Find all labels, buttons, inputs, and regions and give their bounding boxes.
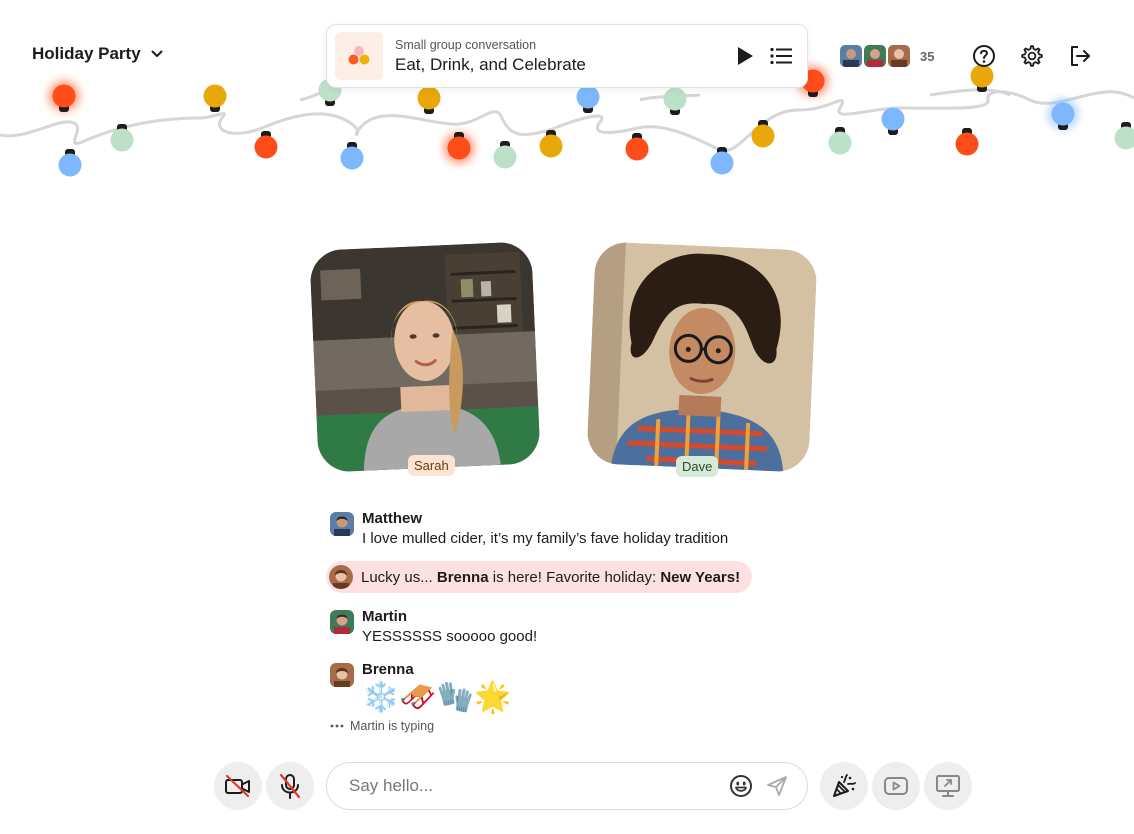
message-author: Martin <box>362 608 407 625</box>
event-title: Holiday Party <box>32 44 141 63</box>
chevron-down-icon <box>151 50 163 58</box>
emoji-button[interactable] <box>723 768 759 804</box>
light-bulb <box>203 84 227 108</box>
help-button[interactable] <box>966 40 1002 72</box>
mic-toggle-button[interactable] <box>266 762 314 810</box>
camera-off-icon <box>225 774 250 798</box>
video-tile-dave[interactable] <box>586 241 818 473</box>
light-bulb <box>539 134 563 158</box>
chat-composer <box>326 762 808 810</box>
share-video-button[interactable] <box>872 762 920 810</box>
light-bulb <box>881 107 905 131</box>
participants-button[interactable]: 35 <box>838 43 935 69</box>
emoji-icon <box>730 775 752 797</box>
screen-share-icon <box>936 775 960 797</box>
avatar <box>330 663 354 687</box>
notice-prefix: Lucky us... <box>361 568 437 586</box>
activity-subtitle: Small group conversation <box>395 37 537 52</box>
avatar <box>330 512 354 536</box>
message-text: I love mulled cider, it’s my family’s fa… <box>362 530 729 547</box>
light-bulb <box>493 145 517 169</box>
notice-middle: is here! Favorite holiday: <box>488 568 661 586</box>
participant-avatar <box>862 43 888 69</box>
light-bulb <box>576 85 600 109</box>
play-button[interactable] <box>727 38 763 74</box>
message-text: YESSSSSS sooooo good! <box>362 628 538 645</box>
list-icon <box>770 47 792 65</box>
play-icon <box>738 47 753 65</box>
avatar <box>329 565 353 589</box>
exit-icon <box>1071 46 1090 66</box>
settings-button[interactable] <box>1014 40 1050 72</box>
video-name-tag: Dave <box>676 456 719 477</box>
participant-count: 35 <box>920 48 935 64</box>
light-bulb <box>1114 126 1134 150</box>
light-bulb <box>254 135 278 159</box>
light-bulb <box>340 146 364 170</box>
message-author: Brenna <box>362 661 414 678</box>
avatar <box>330 610 354 634</box>
chat-message: Matthew I love mulled cider, it’s my fam… <box>330 510 770 547</box>
light-bulb <box>828 131 852 155</box>
chat-feed: Matthew I love mulled cider, it’s my fam… <box>326 510 770 733</box>
chat-message: Brenna ❄️🛷🧤🌟 <box>330 661 770 715</box>
video-name-tag: Sarah <box>408 455 455 476</box>
share-screen-button[interactable] <box>924 762 972 810</box>
light-bulb <box>751 124 775 148</box>
notice-highlight: New Years! <box>660 568 741 586</box>
video-tile-sarah[interactable] <box>309 241 541 473</box>
light-bulb <box>58 153 82 177</box>
participant-avatar <box>838 43 864 69</box>
light-bulb <box>625 137 649 161</box>
activity-title: Eat, Drink, and Celebrate <box>395 54 586 74</box>
light-bulb <box>1051 102 1075 126</box>
celebrate-button[interactable] <box>820 762 868 810</box>
light-bulb <box>52 84 76 108</box>
chat-message: Martin YESSSSSS sooooo good! <box>330 608 770 645</box>
typing-indicator: Martin is typing <box>330 719 770 733</box>
gear-icon <box>1021 45 1043 67</box>
light-bulb <box>417 86 441 110</box>
light-bulb <box>710 151 734 175</box>
send-button[interactable] <box>759 768 795 804</box>
camera-toggle-button[interactable] <box>214 762 262 810</box>
notice-name: Brenna <box>436 568 489 586</box>
message-emojis: ❄️🛷🧤🌟 <box>362 680 512 715</box>
agenda-list-button[interactable] <box>763 38 799 74</box>
typing-text: Martin is typing <box>350 719 435 733</box>
light-bulb <box>955 132 979 156</box>
light-bulb <box>663 87 687 111</box>
typing-dots-icon <box>330 724 344 728</box>
video-share-icon <box>884 777 908 795</box>
arrival-notice: Lucky us... Brenna is here! Favorite hol… <box>326 561 753 593</box>
light-bulb <box>447 136 471 160</box>
activity-logo <box>335 32 383 80</box>
confetti-icon <box>833 774 856 797</box>
help-icon <box>973 45 995 67</box>
light-bulb <box>110 128 134 152</box>
event-title-dropdown[interactable]: Holiday Party <box>32 44 163 64</box>
chat-input[interactable] <box>349 776 723 796</box>
participant-avatar <box>886 43 912 69</box>
send-icon <box>767 776 787 796</box>
activity-card[interactable]: Small group conversation Eat, Drink, and… <box>326 24 808 88</box>
leave-button[interactable] <box>1062 40 1098 72</box>
message-author: Matthew <box>362 510 422 527</box>
mic-off-icon <box>279 773 301 799</box>
